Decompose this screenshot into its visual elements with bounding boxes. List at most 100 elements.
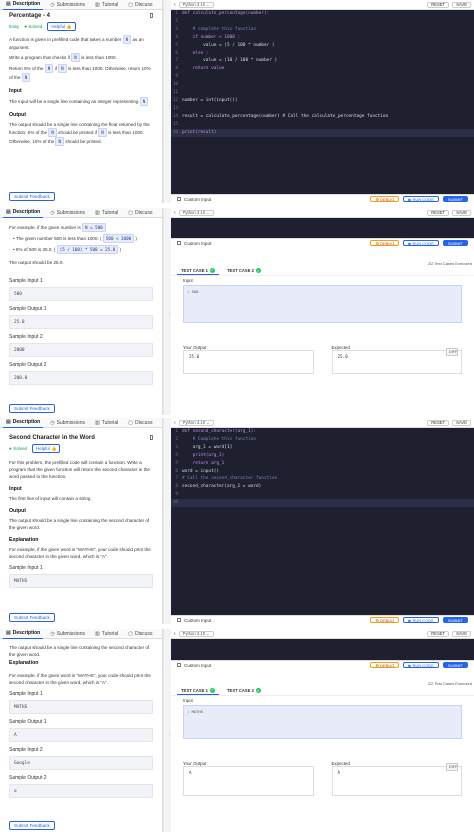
code-line[interactable]: 7 value = (10 / 100 * number ): [171, 57, 474, 65]
submit-feedback-button[interactable]: Submit Feedback: [9, 404, 55, 413]
language-select[interactable]: Python 3.10 ⌄: [178, 1, 214, 8]
code-line[interactable]: 2: [171, 18, 474, 26]
custom-input-toggle[interactable]: Custom Input: [177, 197, 211, 202]
checkbox[interactable]: [177, 618, 181, 622]
pane-resizer[interactable]: ⋮: [163, 208, 172, 415]
code-line[interactable]: 3 # complete this function: [171, 26, 474, 34]
submit-button[interactable]: SUBMIT: [442, 196, 468, 202]
reset-button[interactable]: RESET: [427, 419, 450, 426]
code-line[interactable]: 6 else :: [171, 50, 474, 58]
code-line[interactable]: 9: [171, 491, 474, 499]
diff-button[interactable]: DIFF: [446, 763, 458, 771]
chevron-left-icon[interactable]: ‹: [174, 631, 176, 637]
code-line[interactable]: 9: [171, 73, 474, 81]
code-line[interactable]: 5 return arg_1: [171, 460, 474, 468]
tab-discuss[interactable]: ▢ Discuss: [125, 418, 155, 428]
bookmark-icon[interactable]: ▯: [150, 13, 153, 20]
submit-button[interactable]: SUBMIT: [442, 662, 468, 668]
submit-button[interactable]: SUBMIT: [442, 617, 468, 623]
code-line[interactable]: 7 # Call the second_character function: [171, 475, 474, 483]
tab-description[interactable]: ▤ Description: [3, 208, 44, 218]
tab-test-case-2[interactable]: TEST CASE 2 ✓: [223, 266, 265, 275]
code-line[interactable]: 16 print(result): [171, 128, 474, 137]
language-select[interactable]: Python 3.10 ⌄: [178, 419, 214, 426]
submit-feedback-button[interactable]: Submit Feedback: [9, 821, 55, 830]
code-line[interactable]: 1 def calculate_percentage(number):: [171, 10, 474, 18]
code-line[interactable]: 11: [171, 89, 474, 97]
debug-button[interactable]: ⚙ DEBUG: [370, 662, 400, 668]
tab-description[interactable]: ▤ Description: [3, 418, 44, 428]
code-line[interactable]: 4 print(arg_1): [171, 452, 474, 460]
code-line[interactable]: 8 second_character(arg_1 = word): [171, 483, 474, 491]
debug-button[interactable]: ⚙ DEBUG: [370, 240, 400, 246]
tab-description[interactable]: ▤ Description: [3, 629, 44, 639]
code-line[interactable]: 14 result = calculate_percentage(number) …: [171, 113, 474, 121]
tab-description[interactable]: ▤ Description: [3, 0, 44, 10]
tab-tutorial[interactable]: ▥ Tutorial: [92, 208, 121, 218]
diff-button[interactable]: DIFF: [446, 348, 458, 356]
tab-test-case-1[interactable]: TEST CASE 1 ✓: [177, 266, 219, 275]
code-line[interactable]: 4 if number < 1000 :: [171, 34, 474, 42]
run-code-button[interactable]: ▶ RUN CODE: [403, 662, 439, 668]
code-line[interactable]: 12 number = int(input()): [171, 97, 474, 105]
bookmark-icon[interactable]: ▯: [150, 435, 153, 442]
code-line[interactable]: 10: [171, 81, 474, 89]
debug-button[interactable]: ⚙ DEBUG: [370, 196, 400, 202]
tab-tutorial[interactable]: ▥ Tutorial: [92, 629, 121, 639]
code-line[interactable]: 2 # Complete this function: [171, 436, 474, 444]
tab-test-case-2[interactable]: TEST CASE 2 ✓: [223, 686, 265, 695]
submit-feedback-button[interactable]: Submit Feedback: [9, 192, 55, 201]
save-button[interactable]: SAVE: [452, 630, 471, 637]
save-button[interactable]: SAVE: [452, 1, 471, 8]
checkbox[interactable]: [177, 663, 181, 667]
tab-test-case-1[interactable]: TEST CASE 1 ✓: [177, 686, 219, 695]
tab-discuss[interactable]: ▢ Discuss: [125, 629, 155, 639]
custom-input-toggle[interactable]: Custom Input: [177, 663, 211, 668]
custom-input-toggle[interactable]: Custom Input: [177, 241, 211, 246]
code-editor[interactable]: 1 def second_character(arg_1): 2 # Complet…: [171, 428, 474, 615]
language-select[interactable]: Python 3.10 ⌄: [178, 209, 214, 216]
code-line[interactable]: 3 arg_1 = word[1]: [171, 444, 474, 452]
submit-feedback-button[interactable]: Submit Feedback: [9, 613, 55, 622]
code-line[interactable]: 13: [171, 105, 474, 113]
run-code-button[interactable]: ▶ RUN CODE: [403, 240, 439, 246]
tab-discuss[interactable]: ▢ Discuss: [125, 208, 155, 218]
helpful-button[interactable]: Helpful 👍: [47, 22, 76, 31]
code-line[interactable]: 8 return value: [171, 65, 474, 73]
pane-resizer[interactable]: ⋮: [163, 629, 172, 832]
code-line[interactable]: 6 word = input(): [171, 468, 474, 476]
language-select[interactable]: Python 3.10 ⌄: [178, 630, 214, 637]
reset-button[interactable]: RESET: [427, 209, 450, 216]
chevron-left-icon[interactable]: ‹: [174, 420, 176, 426]
submit-button[interactable]: SUBMIT: [442, 240, 468, 246]
tab-submissions[interactable]: ◷ Submissions: [47, 629, 88, 639]
code-line[interactable]: 1 def second_character(arg_1):: [171, 428, 474, 436]
reset-button[interactable]: RESET: [427, 1, 450, 8]
tab-tutorial[interactable]: ▥ Tutorial: [92, 418, 121, 428]
save-button[interactable]: SAVE: [452, 209, 471, 216]
pane-resizer[interactable]: ⋮: [163, 0, 172, 203]
tab-discuss[interactable]: ▢ Discuss: [125, 0, 155, 10]
tab-submissions[interactable]: ◷ Submissions: [47, 208, 88, 218]
helpful-button[interactable]: Helpful 👍: [32, 444, 61, 453]
chevron-left-icon[interactable]: ‹: [174, 210, 176, 216]
tab-submissions[interactable]: ◷ Submissions: [47, 0, 88, 10]
code-line[interactable]: 5 value = (5 / 100 * number ): [171, 42, 474, 50]
tab-submissions[interactable]: ◷ Submissions: [47, 418, 88, 428]
code-editor-collapsed[interactable]: [171, 218, 474, 238]
run-code-button[interactable]: ▶ RUN CODE: [403, 617, 439, 623]
tab-tutorial[interactable]: ▥ Tutorial: [92, 0, 121, 10]
checkbox[interactable]: [177, 197, 181, 201]
code-editor-collapsed[interactable]: [171, 639, 474, 660]
reset-button[interactable]: RESET: [427, 630, 450, 637]
debug-button[interactable]: ⚙ DEBUG: [370, 617, 400, 623]
custom-input-toggle[interactable]: Custom Input: [177, 618, 211, 623]
chevron-left-icon[interactable]: ‹: [174, 2, 176, 8]
checkbox[interactable]: [177, 241, 181, 245]
code-line[interactable]: 10: [171, 499, 474, 508]
code-line[interactable]: 15: [171, 121, 474, 129]
run-code-button[interactable]: ▶ RUN CODE: [403, 196, 439, 202]
save-button[interactable]: SAVE: [452, 419, 471, 426]
code-editor[interactable]: 1 def calculate_percentage(number): 2 3 # c…: [171, 10, 474, 194]
pane-resizer[interactable]: ⋮: [163, 418, 172, 624]
